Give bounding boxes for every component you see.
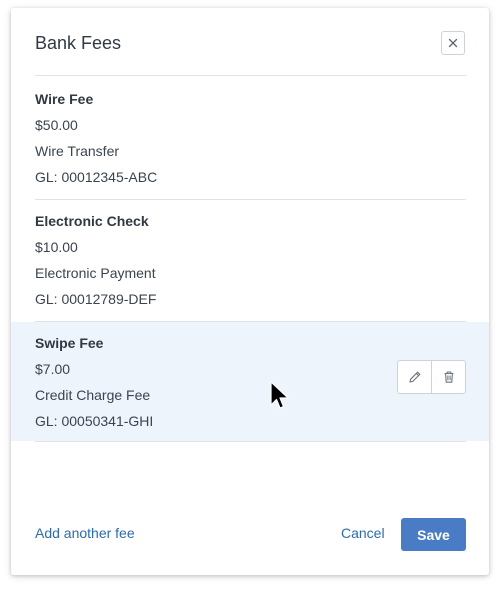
fee-type: Wire Transfer xyxy=(35,143,120,159)
save-button[interactable]: Save xyxy=(401,518,466,551)
add-another-fee-link[interactable]: Add another fee xyxy=(35,525,135,541)
fee-name: Wire Fee xyxy=(35,91,94,107)
mouse-cursor-icon xyxy=(270,381,289,409)
fee-amount: $50.00 xyxy=(35,117,78,133)
delete-fee-button[interactable] xyxy=(431,361,465,393)
fee-gl-account: GL: 00012345-ABC xyxy=(35,169,158,185)
fee-name: Swipe Fee xyxy=(35,335,104,351)
fee-item-electronic-check[interactable]: Electronic Check $10.00 Electronic Payme… xyxy=(11,200,489,320)
fee-amount: $10.00 xyxy=(35,239,78,255)
fee-gl-account: GL: 00050341-GHI xyxy=(35,413,154,429)
fee-type: Credit Charge Fee xyxy=(35,387,151,403)
cancel-button[interactable]: Cancel xyxy=(341,525,385,541)
fee-type: Electronic Payment xyxy=(35,265,156,281)
divider xyxy=(35,75,466,76)
fee-name: Electronic Check xyxy=(35,213,149,229)
fee-gl-account: GL: 00012789-DEF xyxy=(35,291,157,307)
close-button[interactable] xyxy=(441,31,465,55)
fee-item-wire-fee[interactable]: Wire Fee $50.00 Wire Transfer GL: 000123… xyxy=(11,78,489,198)
divider xyxy=(35,441,466,442)
fee-item-swipe-fee[interactable]: Swipe Fee $7.00 Credit Charge Fee GL: 00… xyxy=(11,322,489,441)
fee-actions xyxy=(397,360,466,394)
bank-fees-dialog: Bank Fees Wire Fee $50.00 Wire Transfer … xyxy=(11,8,489,575)
fee-amount: $7.00 xyxy=(35,361,71,377)
dialog-title: Bank Fees xyxy=(35,33,122,53)
edit-fee-button[interactable] xyxy=(398,361,431,393)
trash-icon xyxy=(444,371,453,383)
pencil-icon xyxy=(408,371,420,383)
close-icon xyxy=(448,38,458,48)
